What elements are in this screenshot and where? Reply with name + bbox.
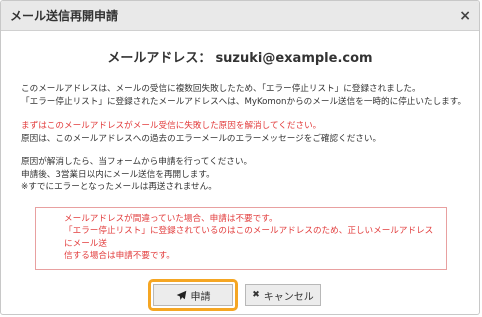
alert-line: 「エラー停止リスト」に登録されているのはこのメールアドレスのため、正しいメールア… [64, 226, 434, 249]
cause-paragraph: まずはこのメールアドレスがメール受信に失敗した原因を解消してください。 原因は、… [21, 120, 479, 145]
dialog-title: メール送信再開申請 [10, 9, 119, 23]
submit-button[interactable]: 申請 [153, 284, 233, 306]
button-row: 申請 ✖ キャンセル [148, 279, 321, 311]
alert-line: メールアドレスが間違っていた場合、申請は不要です。 [64, 213, 278, 224]
cancel-button[interactable]: ✖ キャンセル [245, 284, 321, 306]
cause-warning-line: まずはこのメールアドレスがメール受信に失敗した原因を解消してください。 [21, 121, 322, 131]
instruction-paragraph: 原因が解消したら、当フォームから申請を行ってください。 申請後、3営業日以内にメ… [21, 156, 479, 194]
cause-line: 原因は、このメールアドレスへの過去のエラーメールのエラーメッセージをご確認くださ… [21, 133, 382, 144]
explanation-line: このメールアドレスは、メールの受信に複数回失敗したため、「エラー停止リスト」に登… [21, 84, 421, 94]
instruction-line: ※すでにエラーとなったメールは再送されません。 [21, 182, 217, 192]
instruction-line: 原因が解消したら、当フォームから申請を行ってください。 [21, 157, 253, 167]
email-heading: メールアドレス： suzuki@example.com [1, 47, 479, 66]
email-address: suzuki@example.com [215, 51, 373, 66]
submit-highlight: 申請 [148, 279, 238, 311]
explanation-line: 「エラー停止リスト」に登録されたメールアドレスへは、MyKomonからのメール送… [21, 96, 467, 107]
explanation-paragraph: このメールアドレスは、メールの受信に複数回失敗したため、「エラー停止リスト」に登… [21, 83, 479, 108]
submit-label: 申請 [190, 291, 211, 303]
cancel-label: キャンセル [263, 291, 314, 303]
paper-plane-icon [176, 290, 187, 301]
email-label: メールアドレス： [107, 51, 212, 66]
resend-request-dialog: メール送信再開申請 × メールアドレス： suzuki@example.com こ… [0, 0, 480, 315]
close-x-icon: ✖ [252, 290, 260, 300]
instruction-line: 申請後、3営業日以内にメール送信を再開します。 [21, 169, 215, 180]
close-icon[interactable]: × [459, 9, 471, 23]
alert-line: 信する場合は申請不要です。 [64, 251, 175, 261]
wrong-address-alert: メールアドレスが間違っていた場合、申請は不要です。 「エラー停止リスト」に登録さ… [35, 206, 447, 270]
dialog-titlebar: メール送信再開申請 × [1, 1, 479, 31]
